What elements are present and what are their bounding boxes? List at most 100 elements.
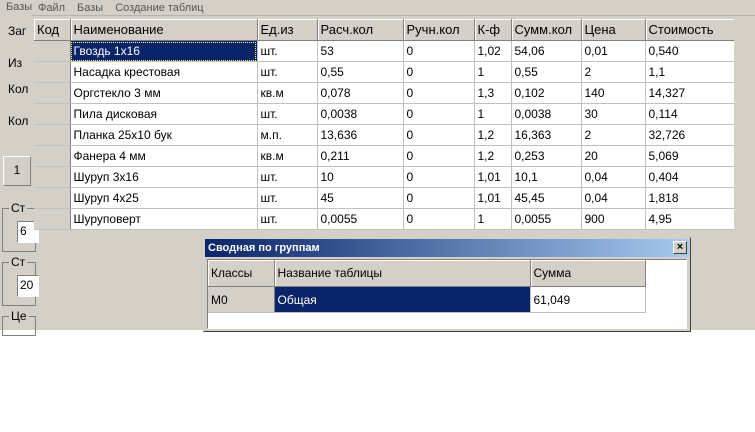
table-row[interactable]: Шуруп 3х16 шт. 10 0 1,01 10,1 0,04 0,404 [34, 166, 734, 188]
cell-sum-qty[interactable]: 0,253 [511, 145, 582, 167]
cell-price[interactable]: 0,04 [581, 187, 646, 209]
left-action-button[interactable]: 1 [3, 156, 31, 186]
cell-calc-qty[interactable]: 53 [317, 40, 404, 62]
summary-grid[interactable]: Классы Название таблицы Сумма М0 Общая 6… [207, 259, 687, 329]
cell-calc-qty[interactable]: 0,0055 [317, 208, 404, 230]
cell-name[interactable]: Гвоздь 1х16 [70, 40, 258, 62]
cell-unit[interactable]: шт. [257, 166, 318, 188]
materials-grid[interactable]: Код Наименование Ед.из Расч.кол Ручн.кол… [34, 19, 734, 230]
col-header-sum[interactable]: Сумма [530, 260, 646, 287]
col-header-code[interactable]: Код [34, 19, 71, 41]
col-header-classes[interactable]: Классы [208, 260, 275, 287]
cell-manual-qty[interactable]: 0 [403, 166, 475, 188]
cell-coef[interactable]: 1,3 [474, 82, 512, 104]
cell-cost[interactable]: 5,069 [645, 145, 734, 167]
cell-code[interactable] [34, 208, 71, 230]
cell-sum-qty[interactable]: 16,363 [511, 124, 582, 146]
menu-create-tables[interactable]: Создание таблиц [109, 1, 209, 15]
col-header-price[interactable]: Цена [581, 19, 646, 41]
table-row[interactable]: Оргстекло 3 мм кв.м 0,078 0 1,3 0,102 14… [34, 82, 734, 104]
cell-price[interactable]: 2 [581, 124, 646, 146]
cell-code[interactable] [34, 145, 71, 167]
cell-calc-qty[interactable]: 10 [317, 166, 404, 188]
left-group-2-field[interactable]: 20 [17, 275, 39, 297]
cell-cost[interactable]: 1,1 [645, 61, 734, 83]
cell-calc-qty[interactable]: 13,636 [317, 124, 404, 146]
summary-dialog-titlebar[interactable]: Сводная по группам [205, 239, 689, 257]
table-row[interactable]: Гвоздь 1х16 шт. 53 0 1,02 54,06 0,01 0,5… [34, 40, 734, 62]
cell-code[interactable] [34, 61, 71, 83]
cell-manual-qty[interactable]: 0 [403, 145, 475, 167]
cell-code[interactable] [34, 103, 71, 125]
cell-unit[interactable]: шт. [257, 40, 318, 62]
table-row[interactable]: Насадка крестовая шт. 0,55 0 1 0,55 2 1,… [34, 61, 734, 83]
cell-name[interactable]: Насадка крестовая [70, 61, 258, 83]
cell-unit[interactable]: шт. [257, 187, 318, 209]
cell-manual-qty[interactable]: 0 [403, 187, 475, 209]
cell-code[interactable] [34, 124, 71, 146]
cell-price[interactable]: 900 [581, 208, 646, 230]
cell-coef[interactable]: 1 [474, 103, 512, 125]
cell-name[interactable]: Планка 25х10 бук [70, 124, 258, 146]
cell-cost[interactable]: 4,95 [645, 208, 734, 230]
cell-manual-qty[interactable]: 0 [403, 124, 475, 146]
cell-table-name[interactable]: Общая [274, 286, 531, 313]
col-header-manual-qty[interactable]: Ручн.кол [403, 19, 475, 41]
cell-manual-qty[interactable]: 0 [403, 208, 475, 230]
cell-name[interactable]: Фанера 4 мм [70, 145, 258, 167]
cell-sum-qty[interactable]: 0,102 [511, 82, 582, 104]
cell-cost[interactable]: 0,114 [645, 103, 734, 125]
col-header-coef[interactable]: К-ф [474, 19, 512, 41]
close-icon[interactable]: × [673, 241, 687, 254]
cell-coef[interactable]: 1,02 [474, 40, 512, 62]
cell-code[interactable] [34, 40, 71, 62]
cell-cost[interactable]: 32,726 [645, 124, 734, 146]
cell-sum-qty[interactable]: 10,1 [511, 166, 582, 188]
cell-unit[interactable]: м.п. [257, 124, 318, 146]
cell-unit[interactable]: шт. [257, 208, 318, 230]
cell-price[interactable]: 20 [581, 145, 646, 167]
menu-file[interactable]: Файл [32, 1, 71, 15]
cell-calc-qty[interactable]: 45 [317, 187, 404, 209]
cell-manual-qty[interactable]: 0 [403, 82, 475, 104]
cell-name[interactable]: Оргстекло 3 мм [70, 82, 258, 104]
col-header-unit[interactable]: Ед.из [257, 19, 318, 41]
cell-cost[interactable]: 1,818 [645, 187, 734, 209]
cell-code[interactable] [34, 82, 71, 104]
cell-coef[interactable]: 1,2 [474, 145, 512, 167]
cell-cost[interactable]: 0,540 [645, 40, 734, 62]
cell-unit[interactable]: шт. [257, 103, 318, 125]
cell-name[interactable]: Пила дисковая [70, 103, 258, 125]
cell-calc-qty[interactable]: 0,0038 [317, 103, 404, 125]
cell-sum-qty[interactable]: 45,45 [511, 187, 582, 209]
cell-price[interactable]: 0,01 [581, 40, 646, 62]
col-header-table-name[interactable]: Название таблицы [274, 260, 531, 287]
cell-calc-qty[interactable]: 0,55 [317, 61, 404, 83]
cell-sum[interactable]: 61,049 [530, 286, 646, 313]
cell-sum-qty[interactable]: 54,06 [511, 40, 582, 62]
table-row[interactable]: Шуруп 4х25 шт. 45 0 1,01 45,45 0,04 1,81… [34, 187, 734, 209]
cell-name[interactable]: Шуруп 3х16 [70, 166, 258, 188]
cell-sum-qty[interactable]: 0,0055 [511, 208, 582, 230]
cell-name[interactable]: Шуруповерт [70, 208, 258, 230]
col-header-sum-qty[interactable]: Сумм.кол [511, 19, 582, 41]
cell-sum-qty[interactable]: 0,55 [511, 61, 582, 83]
cell-unit[interactable]: шт. [257, 61, 318, 83]
cell-price[interactable]: 2 [581, 61, 646, 83]
cell-code[interactable] [34, 166, 71, 188]
cell-unit[interactable]: кв.м [257, 145, 318, 167]
table-row[interactable]: Фанера 4 мм кв.м 0,211 0 1,2 0,253 20 5,… [34, 145, 734, 167]
cell-class[interactable]: М0 [208, 286, 275, 313]
table-row[interactable]: Шуруповерт шт. 0,0055 0 1 0,0055 900 4,9… [34, 208, 734, 230]
col-header-name[interactable]: Наименование [70, 19, 258, 41]
cell-calc-qty[interactable]: 0,078 [317, 82, 404, 104]
menu-databases[interactable]: Базы [71, 1, 109, 15]
table-row[interactable]: Пила дисковая шт. 0,0038 0 1 0,0038 30 0… [34, 103, 734, 125]
cell-cost[interactable]: 14,327 [645, 82, 734, 104]
cell-sum-qty[interactable]: 0,0038 [511, 103, 582, 125]
cell-name[interactable]: Шуруп 4х25 [70, 187, 258, 209]
cell-coef[interactable]: 1 [474, 61, 512, 83]
cell-unit[interactable]: кв.м [257, 82, 318, 104]
cell-coef[interactable]: 1,01 [474, 166, 512, 188]
cell-price[interactable]: 0,04 [581, 166, 646, 188]
